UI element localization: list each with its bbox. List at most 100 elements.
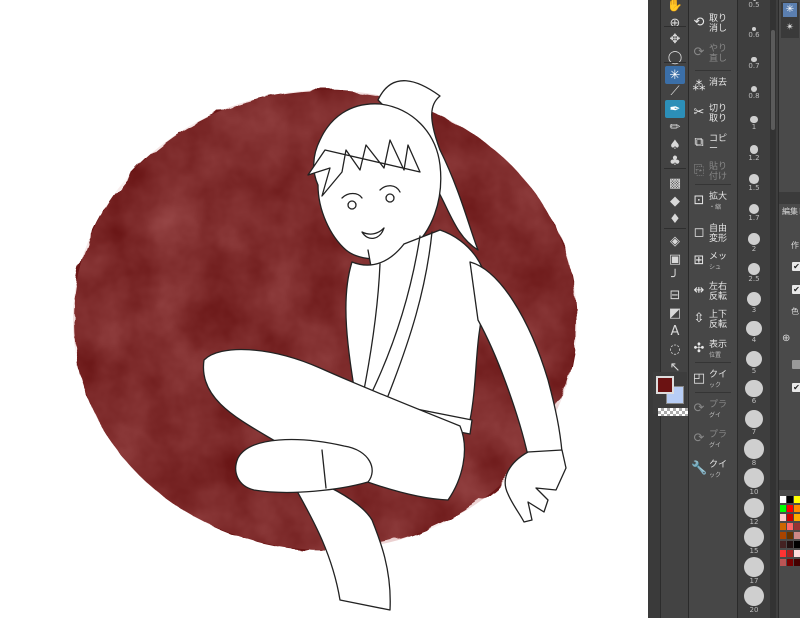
brush-size-item[interactable]: 1	[738, 115, 770, 131]
mesh-command[interactable]: ⊞ メッ シュ	[691, 250, 735, 284]
color-set-palette[interactable]	[780, 496, 800, 576]
color-chip[interactable]	[794, 505, 800, 512]
color-chip[interactable]	[794, 496, 800, 503]
wand-icon[interactable]: ✳	[783, 3, 797, 17]
brush-size-item[interactable]: 2.5	[738, 262, 770, 283]
quick-mask-command[interactable]: ◰ クイ ック	[691, 368, 735, 402]
ruler-icon[interactable]: ◩	[665, 304, 685, 322]
panel-label-1: 作	[791, 241, 799, 250]
color-chip[interactable]	[780, 532, 786, 539]
panel-checkbox-3[interactable]	[792, 360, 800, 369]
tool-separator	[664, 228, 686, 229]
brush-size-item[interactable]: 0.5	[738, 0, 770, 9]
balloon-icon[interactable]: ◌	[665, 340, 685, 358]
scale-command[interactable]: ⊡ 拡大 ・縮	[691, 190, 735, 224]
brush-size-item[interactable]: 0.6	[738, 27, 770, 39]
blend-icon[interactable]: ♦	[665, 210, 685, 228]
brush-size-item[interactable]: 0.7	[738, 56, 770, 70]
color-chip[interactable]	[794, 523, 800, 530]
color-chip[interactable]	[794, 559, 800, 566]
brush-size-item[interactable]: 17	[738, 556, 770, 585]
panel-checkbox-4[interactable]: ✔	[792, 383, 800, 392]
eyedropper-icon[interactable]: ⟋	[665, 82, 685, 100]
color-chip[interactable]	[794, 541, 800, 548]
gradient-icon[interactable]: ▣	[665, 250, 685, 268]
drawing-canvas[interactable]	[0, 0, 648, 618]
color-chip[interactable]	[794, 550, 800, 557]
text-icon[interactable]: A	[665, 322, 685, 340]
brush-size-item[interactable]: 7	[738, 409, 770, 436]
color-chip[interactable]	[780, 523, 786, 530]
decoration-icon[interactable]: ▩	[665, 174, 685, 192]
plus-icon[interactable]: ⊕	[782, 333, 790, 344]
brush-size-scroll-thumb[interactable]	[771, 30, 775, 130]
brush-size-item[interactable]: 10	[738, 468, 770, 496]
brush-size-item[interactable]: 3	[738, 292, 770, 314]
command-separator	[695, 184, 731, 185]
color-chip[interactable]	[780, 559, 786, 566]
color-chip[interactable]	[780, 541, 786, 548]
panel-checkbox-2[interactable]: ✔	[792, 285, 800, 294]
artwork	[73, 80, 577, 611]
foreground-color-swatch[interactable]	[656, 376, 674, 394]
move-icon[interactable]: ✥	[665, 30, 685, 48]
color-chip[interactable]	[787, 514, 793, 521]
brush-size-item[interactable]: 15	[738, 527, 770, 555]
flip-v-icon: ⇳	[693, 311, 705, 326]
color-chip[interactable]	[780, 514, 786, 521]
undo-command[interactable]: ⟲ 取り 消し	[691, 12, 735, 46]
lasso-icon[interactable]: ◯	[665, 48, 685, 66]
plugin-2-command[interactable]: ⟳ プラ グイ	[691, 428, 735, 462]
figure-icon[interactable]: ╯	[665, 268, 685, 286]
brush-size-label: 17	[749, 576, 759, 585]
brush-size-item[interactable]: 2	[738, 233, 770, 253]
transparent-color-swatch[interactable]	[658, 408, 688, 416]
free-transform-icon: ◻	[693, 225, 705, 240]
brush-size-item[interactable]: 1.2	[738, 145, 770, 162]
flip-v-command[interactable]: ⇳ 上下 反転	[691, 308, 735, 342]
color-chip[interactable]	[787, 523, 793, 530]
brush-size-item[interactable]: 1.5	[738, 174, 770, 192]
brush-size-label: 1.2	[748, 153, 760, 162]
frame-icon[interactable]: ⊟	[665, 286, 685, 304]
color-chip[interactable]	[787, 550, 793, 557]
color-chip[interactable]	[780, 496, 786, 503]
brush-size-label: 1	[751, 122, 757, 131]
color-chip[interactable]	[787, 532, 793, 539]
scale-icon: ⊡	[693, 193, 705, 208]
brush-size-dot	[750, 115, 758, 123]
pen-icon[interactable]: ✒	[665, 100, 685, 118]
brush-size-item[interactable]: 12	[738, 497, 770, 526]
color-chip[interactable]	[794, 532, 800, 539]
command-label: クイ ック	[709, 370, 728, 389]
brush-size-label: 10	[749, 488, 759, 497]
color-chip[interactable]	[780, 550, 786, 557]
color-chip[interactable]	[787, 496, 793, 503]
eraser-icon[interactable]: ◆	[665, 192, 685, 210]
brush-size-item[interactable]: 20	[738, 586, 770, 614]
brush-size-item[interactable]: 0.8	[738, 86, 770, 100]
plugin-1-command[interactable]: ⟳ プラ グイ	[691, 398, 735, 432]
show-command[interactable]: ✣ 表示 位置	[691, 338, 735, 372]
quick-access-command[interactable]: 🔧 クイ ック	[691, 458, 735, 492]
brush-size-label: 12	[749, 517, 759, 526]
brush-size-item[interactable]: 4	[738, 321, 770, 344]
color-chip[interactable]	[794, 514, 800, 521]
brush-size-item[interactable]: 8	[738, 439, 770, 467]
pencil-icon[interactable]: ✏	[665, 118, 685, 136]
color-chip[interactable]	[787, 541, 793, 548]
panel-checkbox-1[interactable]: ✔	[792, 262, 800, 271]
color-chip[interactable]	[780, 505, 786, 512]
brush-size-item[interactable]: 6	[738, 380, 770, 405]
fill-icon[interactable]: ◈	[665, 232, 685, 250]
hand-icon[interactable]: ✋	[665, 0, 685, 14]
paste-command[interactable]: ⎘ 貼り 付け	[691, 160, 735, 194]
cut-command[interactable]: ✂ 切り 取り	[691, 102, 735, 136]
panel-tab-label[interactable]: 編集レ	[782, 206, 800, 217]
color-chip[interactable]	[787, 505, 793, 512]
brush-size-item[interactable]: 5	[738, 350, 770, 375]
sparkle-icon[interactable]: ✴	[783, 21, 797, 35]
command-label: プラ グイ	[709, 430, 728, 449]
color-chip[interactable]	[787, 559, 793, 566]
brush-size-item[interactable]: 1.7	[738, 203, 770, 222]
